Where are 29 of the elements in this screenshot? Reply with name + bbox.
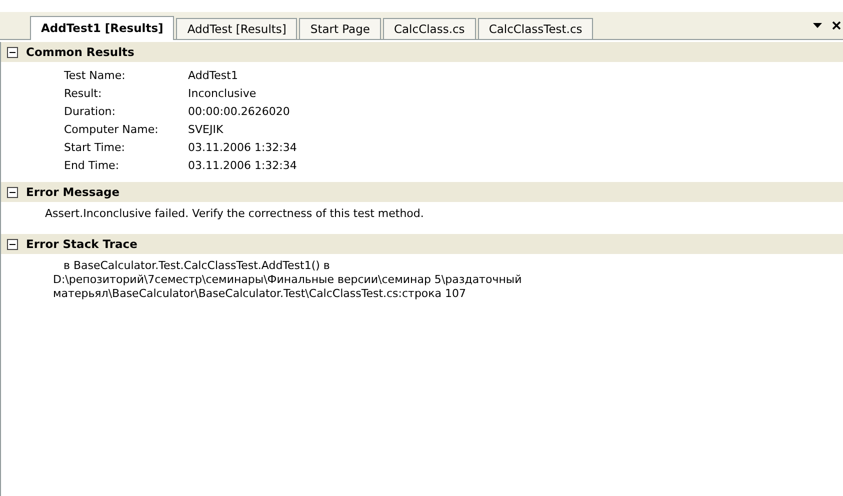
close-icon[interactable] xyxy=(832,21,841,30)
document-tab[interactable]: Start Page xyxy=(299,18,381,39)
message-text: матерьял\BaseCalculator\BaseCalculator.Test\CalcClassTest.cs:строка 107 xyxy=(53,287,468,301)
document-tab[interactable]: AddTest [Results] xyxy=(176,18,298,39)
field-value: SVEJIK xyxy=(188,122,224,136)
field-value: 03.11.2006 1:32:34 xyxy=(188,140,298,154)
field-value: 03.11.2006 1:32:34 xyxy=(188,158,298,172)
section-title: Error Stack Trace xyxy=(26,237,138,251)
collapse-toggle-icon[interactable] xyxy=(7,46,18,58)
field-label: Result: xyxy=(64,86,103,100)
document-tab[interactable]: CalcClass.cs xyxy=(382,18,476,39)
field-label: End Time: xyxy=(64,158,120,172)
document-tab[interactable]: CalcClassTest.cs xyxy=(478,18,594,39)
field-label: Test Name: xyxy=(64,68,126,82)
field-value: AddTest1 xyxy=(188,68,239,82)
document-tab[interactable]: AddTest1 [Results] xyxy=(30,16,174,40)
field-label: Computer Name: xyxy=(64,122,160,136)
field-value: Inconclusive xyxy=(188,86,258,100)
field-label: Duration: xyxy=(64,104,116,118)
field-value: 00:00:00.2626020 xyxy=(188,104,291,118)
field-label: Start Time: xyxy=(64,140,126,154)
collapse-toggle-icon[interactable] xyxy=(7,238,18,250)
message-text: в BaseCalculator.Test.CalcClassTest.AddTest1() в xyxy=(62,259,331,273)
collapse-toggle-icon[interactable] xyxy=(7,186,18,198)
section-title: Error Message xyxy=(26,185,120,199)
section-title: Common Results xyxy=(26,45,134,59)
message-text: D:\репозиторий\7семестр\семинары\Финальные версии\семинар 5\раздаточный xyxy=(53,273,523,287)
message-text: Assert.Inconclusive failed. Verify the correctness of this test method. xyxy=(45,207,425,221)
dropdown-arrow-icon[interactable] xyxy=(813,23,822,29)
